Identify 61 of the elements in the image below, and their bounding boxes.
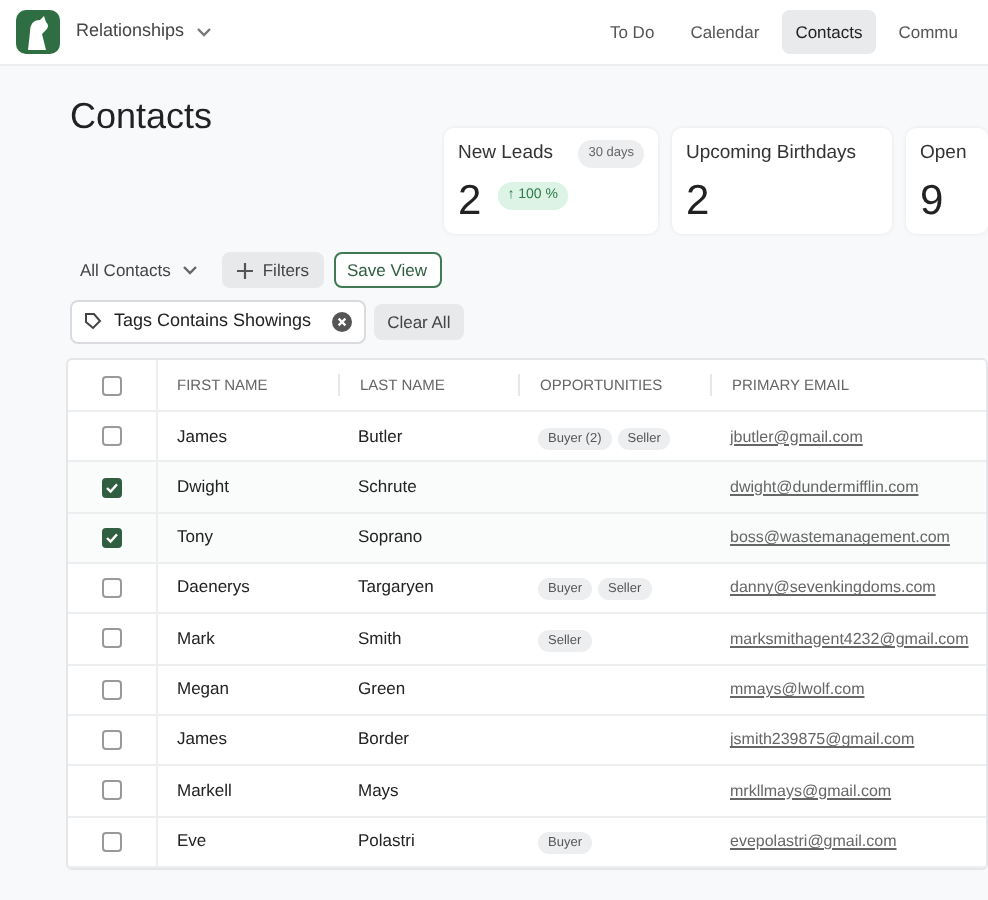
plus-icon — [236, 261, 255, 280]
email-link[interactable]: marksmithagent4232@gmail.com — [730, 629, 969, 648]
checkbox[interactable] — [101, 477, 122, 497]
last-name: Schrute — [358, 475, 417, 496]
first-name: Megan — [177, 678, 229, 699]
first-name: James — [177, 728, 228, 749]
last-name: Butler — [358, 425, 403, 446]
last-name: Polastri — [358, 829, 415, 850]
first-name: James — [177, 425, 228, 446]
email-link[interactable]: evepolastri@gmail.com — [730, 831, 897, 850]
last-name: Mays — [358, 779, 399, 800]
tag-icon — [84, 312, 102, 331]
stat-value: 2 — [458, 180, 482, 223]
last-name: Green — [358, 678, 406, 699]
first-name: Eve — [177, 829, 207, 850]
first-name: Tony — [177, 526, 213, 547]
clear-icon[interactable] — [331, 311, 352, 332]
stat-title: New Leads — [458, 140, 554, 168]
email-link[interactable]: mrkllmays@gmail.com — [730, 781, 892, 800]
last-name: Border — [358, 728, 410, 749]
checkbox[interactable] — [101, 679, 122, 700]
nav-tab[interactable]: Commu — [884, 9, 972, 55]
checkbox[interactable] — [101, 375, 122, 396]
stat-value: 2 — [686, 180, 710, 223]
last-name: Targaryen — [358, 576, 434, 597]
checkbox[interactable] — [101, 628, 122, 649]
first-name: Dwight — [177, 475, 229, 496]
email-link[interactable]: danny@sevenkingdoms.com — [730, 578, 936, 597]
chevron-down-icon[interactable] — [196, 26, 213, 38]
filter-chip[interactable]: Tags Contains Showings — [70, 300, 366, 344]
checkbox[interactable] — [101, 578, 122, 599]
checkbox[interactable] — [101, 780, 122, 801]
stat-title: Open — [920, 140, 967, 168]
first-name: Mark — [177, 627, 215, 648]
checkbox[interactable] — [101, 729, 122, 750]
email-link[interactable]: boss@wastemanagement.com — [730, 528, 950, 547]
stat-value: 9 — [920, 180, 944, 223]
save-view-button[interactable]: Save View — [333, 252, 442, 289]
filters-button[interactable]: Filters — [222, 252, 323, 289]
stat-title: Upcoming Birthdays — [686, 140, 857, 168]
nav-tab[interactable]: Calendar — [676, 9, 774, 55]
email-link[interactable]: jsmith239875@gmail.com — [730, 730, 915, 749]
nav-tab[interactable]: To Do — [595, 9, 669, 55]
email-link[interactable]: dwight@dundermifflin.com — [730, 477, 919, 496]
checkbox[interactable] — [101, 426, 122, 447]
email-link[interactable]: jbutler@gmail.com — [730, 427, 863, 446]
app-title[interactable]: Relationships — [76, 18, 185, 46]
clear-all-button[interactable]: Clear All — [373, 303, 465, 341]
checkbox[interactable] — [101, 527, 122, 548]
filter-label: Tags Contains Showings — [114, 308, 312, 335]
last-name: Soprano — [358, 526, 423, 547]
view-label[interactable]: All Contacts — [80, 260, 171, 281]
first-name: Markell — [177, 779, 232, 800]
last-name: Smith — [358, 627, 402, 648]
email-link[interactable]: mmays@lwolf.com — [730, 680, 865, 699]
nav-tab[interactable]: Contacts — [781, 9, 877, 55]
page-title: Contacts — [70, 98, 215, 134]
chevron-down-icon[interactable] — [182, 264, 199, 277]
app-logo[interactable] — [16, 10, 60, 54]
checkbox[interactable] — [101, 831, 122, 852]
first-name: Daenerys — [177, 576, 250, 597]
